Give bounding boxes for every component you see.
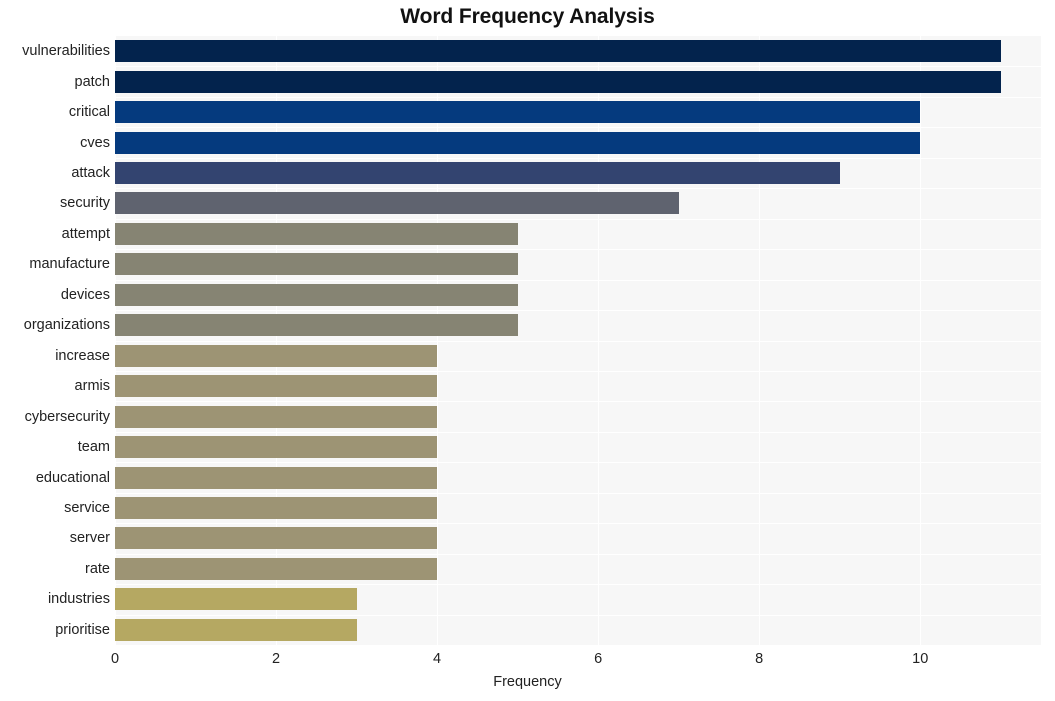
- x-axis-title: Frequency: [493, 674, 562, 690]
- y-gridline: [115, 218, 1041, 220]
- y-axis-tick-label: industries: [47, 591, 110, 608]
- y-gridline: [115, 310, 1041, 312]
- chart-title: Word Frequency Analysis: [400, 5, 655, 28]
- y-axis-tick-label: rate: [85, 560, 110, 577]
- x-axis-tick-label: 8: [755, 651, 764, 667]
- bar: [115, 344, 438, 367]
- y-gridline: [115, 462, 1041, 464]
- y-axis-tick-label: cybersecurity: [24, 408, 110, 425]
- bar: [115, 405, 438, 428]
- bar: [115, 192, 679, 215]
- y-gridline: [115, 340, 1041, 342]
- bar: [115, 527, 438, 550]
- y-axis-tick-label: devices: [60, 286, 110, 303]
- bar: [115, 314, 518, 337]
- y-gridline: [115, 157, 1041, 159]
- bar: [115, 588, 357, 611]
- y-gridline: [115, 279, 1041, 281]
- y-gridline: [115, 66, 1041, 68]
- y-axis-tick-label: service: [64, 499, 110, 516]
- y-axis-tick-labels: vulnerabilities patch critical cves attack se…: [0, 36, 110, 645]
- x-axis-tick-label: 6: [594, 651, 603, 667]
- y-axis-tick-label: team: [77, 439, 110, 456]
- bar: [115, 70, 1001, 93]
- y-axis-tick-label: educational: [35, 469, 110, 486]
- bar: [115, 253, 518, 276]
- y-gridline: [115, 614, 1041, 616]
- y-axis-tick-label: patch: [74, 73, 110, 90]
- bar: [115, 131, 921, 154]
- y-axis-tick-label: increase: [55, 347, 110, 364]
- bar: [115, 496, 438, 519]
- y-axis-tick-label: vulnerabilities: [22, 43, 110, 60]
- bar: [115, 436, 438, 459]
- x-axis-tick-labels: 0 2 4 6 8 10: [111, 645, 1041, 675]
- bar: [115, 557, 438, 580]
- bar: [115, 618, 357, 641]
- y-gridline: [115, 96, 1041, 98]
- bar: [115, 40, 1001, 63]
- y-gridline: [115, 553, 1041, 555]
- y-axis-tick-label: attack: [71, 165, 110, 182]
- y-gridline: [115, 370, 1041, 372]
- y-axis-tick-label: security: [60, 195, 110, 212]
- y-gridline: [115, 523, 1041, 525]
- bar: [115, 466, 438, 489]
- bar: [115, 162, 840, 185]
- y-gridline: [115, 188, 1041, 190]
- plot-area: [115, 36, 1041, 645]
- y-axis-tick-label: organizations: [23, 317, 110, 334]
- bar: [115, 283, 518, 306]
- y-gridline: [115, 249, 1041, 251]
- y-gridline: [115, 584, 1041, 586]
- y-axis-tick-label: prioritise: [55, 621, 110, 638]
- y-axis-tick-label: armis: [74, 378, 110, 395]
- bar: [115, 375, 438, 398]
- y-gridline: [115, 127, 1041, 129]
- y-axis-tick-label: manufacture: [29, 256, 110, 273]
- x-axis-tick-label: 4: [433, 651, 442, 667]
- word-frequency-chart: Word Frequency Analysis vulnerabilities p…: [0, 0, 1055, 701]
- x-axis-tick-label: 2: [271, 651, 281, 667]
- bar: [115, 222, 518, 245]
- y-axis-tick-label: cves: [80, 134, 110, 151]
- x-axis-tick-label: 0: [110, 651, 120, 667]
- y-axis-tick-label: server: [69, 530, 110, 547]
- y-axis-tick-label: critical: [68, 104, 110, 121]
- y-gridline: [115, 492, 1041, 494]
- bar: [115, 101, 921, 124]
- x-axis-tick-label: 10: [912, 651, 929, 667]
- y-axis-tick-label: attempt: [61, 225, 110, 242]
- y-gridline: [115, 431, 1041, 433]
- y-gridline: [115, 401, 1041, 403]
